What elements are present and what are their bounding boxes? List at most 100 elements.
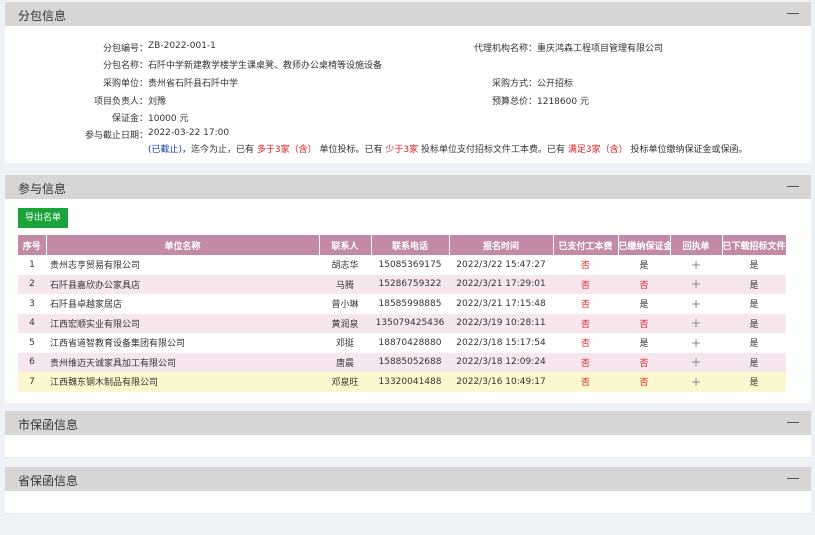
cell-company: 石阡县嘉欣办公家具店 <box>46 274 319 294</box>
table-row[interactable]: 1 贵州志亨贸易有限公司 胡志华 15085369175 2022/3/22 1… <box>18 255 786 275</box>
cell-index: 1 <box>18 255 46 275</box>
cell-phone: 18870428880 <box>371 333 449 353</box>
manager-label: 项目负责人： <box>93 97 148 107</box>
cell-time: 2022/3/16 10:49:17 <box>449 372 553 392</box>
cell-fee-paid: 否 <box>553 274 618 294</box>
cell-downloaded: 是 <box>722 313 786 333</box>
cell-downloaded: 是 <box>722 255 786 275</box>
notice-highlight-1: 多于3家（含） <box>256 145 317 155</box>
package-name-value: 石阡中学新建教学楼学生课桌凳、教师办公桌椅等设施设备 <box>148 61 383 71</box>
cell-contact: 马腾 <box>319 274 371 294</box>
cell-company: 石阡县卓越家居店 <box>46 294 319 314</box>
cell-time: 2022/3/22 15:47:27 <box>449 255 553 275</box>
cell-company: 贵州维迈天诚家具加工有限公司 <box>46 352 319 372</box>
cell-deposit-paid: 否 <box>618 352 670 372</box>
cell-time: 2022/3/18 15:17:54 <box>449 333 553 353</box>
plus-icon[interactable]: + <box>670 294 722 314</box>
city-guarantee-header[interactable]: 市保函信息 <box>5 411 811 435</box>
cell-index: 2 <box>18 274 46 294</box>
cell-deposit-paid: 否 <box>618 372 670 392</box>
cell-phone: 15286759322 <box>371 274 449 294</box>
col-header-receipt: 回执单 <box>670 235 723 255</box>
table-row[interactable]: 6 贵州维迈天诚家具加工有限公司 唐晨 15885052688 2022/3/1… <box>18 352 786 372</box>
cell-contact: 邓挺 <box>319 333 371 353</box>
agency-value: 重庆鸿森工程项目管理有限公司 <box>537 44 664 54</box>
table-row[interactable]: 7 江西魏东钢木制品有限公司 邓泉旺 13320041488 2022/3/16… <box>18 372 786 392</box>
col-header-deposit-paid: 已缴纳保证金 <box>618 235 671 255</box>
cell-fee-paid: 否 <box>553 372 618 392</box>
cell-downloaded: 是 <box>722 294 786 314</box>
status-badge: (已截止) <box>148 145 183 155</box>
col-header-phone: 联系电话 <box>371 235 450 255</box>
cell-contact: 曾小琳 <box>319 294 371 314</box>
participants-table: 序号 单位名称 联系人 联系电话 报名时间 已支付工本费 已缴纳保证金 回执单 … <box>18 235 787 392</box>
cell-time: 2022/3/19 10:28:11 <box>449 313 553 333</box>
notice-text-2: 单位投标。已有 <box>319 145 383 155</box>
plus-icon[interactable]: + <box>670 274 722 294</box>
col-header-contact: 联系人 <box>319 235 372 255</box>
plus-icon[interactable]: + <box>670 333 722 353</box>
collapse-icon[interactable] <box>787 478 799 479</box>
cell-phone: 18585998885 <box>371 294 449 314</box>
cell-phone: 15885052688 <box>371 352 449 372</box>
cell-index: 7 <box>18 372 46 392</box>
export-list-button[interactable]: 导出名单 <box>18 208 68 228</box>
notice-text-1: ，迄今为止，已有 <box>182 145 255 155</box>
deposit-value: 10000 元 <box>148 114 189 124</box>
participants-panel: 参与信息 导出名单 序号 单位名称 联系人 联系电话 报名时间 已支付工本费 已… <box>5 175 811 403</box>
plus-icon[interactable]: + <box>670 352 722 372</box>
col-header-fee-paid: 已支付工本费 <box>553 235 619 255</box>
agency-label: 代理机构名称： <box>473 44 537 54</box>
table-row[interactable]: 2 石阡县嘉欣办公家具店 马腾 15286759322 2022/3/21 17… <box>18 274 786 294</box>
cell-contact: 邓泉旺 <box>319 372 371 392</box>
table-row[interactable]: 5 江西省道智教育设备集团有限公司 邓挺 18870428880 2022/3/… <box>18 333 786 353</box>
cell-company: 贵州志亨贸易有限公司 <box>46 255 319 275</box>
budget-label: 预算总价： <box>491 97 537 107</box>
col-header-company: 单位名称 <box>46 235 320 255</box>
section-title: 参与信息 <box>18 182 67 196</box>
cell-fee-paid: 否 <box>553 333 618 353</box>
method-label: 采购方式： <box>491 79 537 89</box>
manager-value: 刘豫 <box>148 97 167 107</box>
cell-deposit-paid: 是 <box>618 294 670 314</box>
notice-text-4: 投标单位缴纳保证金或保函。 <box>630 145 748 155</box>
cell-downloaded: 是 <box>722 333 786 353</box>
package-name-label: 分包名称： <box>102 61 148 71</box>
table-row[interactable]: 3 石阡县卓越家居店 曾小琳 18585998885 2022/3/21 17:… <box>18 294 786 314</box>
col-header-downloaded: 已下载招标文件 <box>722 235 787 255</box>
collapse-icon[interactable] <box>787 13 799 14</box>
plus-icon[interactable]: + <box>670 255 722 275</box>
participants-header[interactable]: 参与信息 <box>5 175 811 199</box>
cell-index: 5 <box>18 333 46 353</box>
cell-contact: 黄润泉 <box>319 313 371 333</box>
plus-icon[interactable]: + <box>670 372 722 392</box>
method-value: 公开招标 <box>537 79 574 89</box>
cell-company: 江西宏顺实业有限公司 <box>46 313 319 333</box>
table-row[interactable]: 4 江西宏顺实业有限公司 黄润泉 135079425436 2022/3/19 … <box>18 313 786 333</box>
cell-fee-paid: 否 <box>553 313 618 333</box>
cell-deposit-paid: 是 <box>618 255 670 275</box>
collapse-icon[interactable] <box>787 186 799 187</box>
cell-phone: 135079425436 <box>371 313 449 333</box>
notice-highlight-3: 满足3家（含） <box>567 145 628 155</box>
cell-deposit-paid: 是 <box>618 333 670 353</box>
cell-downloaded: 是 <box>722 372 786 392</box>
province-guarantee-panel: 省保函信息 <box>5 467 811 513</box>
budget-value: 1218600 元 <box>537 97 589 107</box>
cell-fee-paid: 否 <box>553 352 618 372</box>
province-guarantee-header[interactable]: 省保函信息 <box>5 467 811 491</box>
cell-phone: 15085369175 <box>371 255 449 275</box>
plus-icon[interactable]: + <box>670 313 722 333</box>
section-title: 省保函信息 <box>18 474 79 488</box>
col-header-time: 报名时间 <box>449 235 554 255</box>
cell-contact: 唐晨 <box>319 352 371 372</box>
cell-time: 2022/3/21 17:15:48 <box>449 294 553 314</box>
collapse-icon[interactable] <box>787 422 799 423</box>
cell-deposit-paid: 否 <box>618 313 670 333</box>
cell-index: 6 <box>18 352 46 372</box>
package-no-value: ZB-2022-001-1 <box>148 41 216 51</box>
deposit-label: 保证金： <box>111 114 148 124</box>
cell-phone: 13320041488 <box>371 372 449 392</box>
package-info-header[interactable]: 分包信息 <box>5 2 811 26</box>
cell-downloaded: 是 <box>722 352 786 372</box>
